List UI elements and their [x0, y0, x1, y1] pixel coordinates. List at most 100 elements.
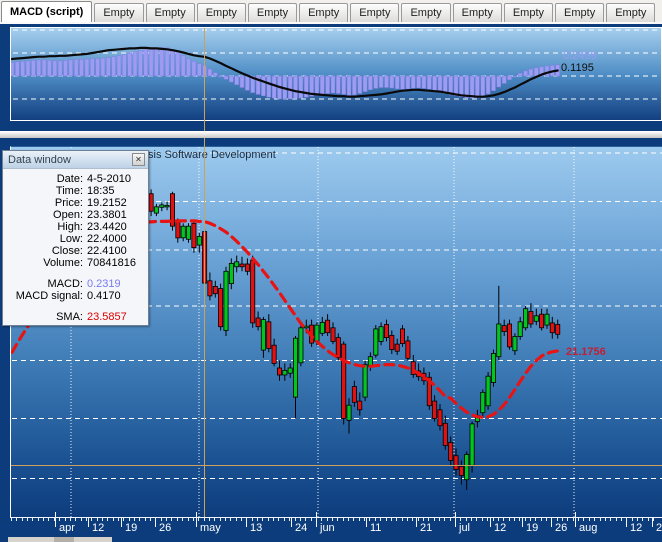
macd-histogram-bar: [395, 76, 399, 89]
macd-histogram-bar: [401, 76, 405, 89]
candle-down: [336, 338, 340, 358]
data-window-titlebar[interactable]: Data window ✕: [3, 151, 148, 169]
axis-minor-tick: [428, 518, 429, 521]
macd-histogram-bar: [106, 58, 110, 76]
scrollbar-thumb[interactable]: [54, 537, 74, 542]
macd-histogram-bar: [352, 76, 356, 95]
tab-empty-10[interactable]: Empty: [555, 3, 604, 22]
axis-label-11: 11: [370, 522, 381, 534]
macd-histogram-bar: [443, 76, 447, 94]
axis-divider: [455, 518, 456, 527]
candle-down: [556, 325, 560, 335]
tab-empty-7[interactable]: Empty: [401, 3, 450, 22]
axis-minor-tick: [567, 518, 568, 521]
axis-minor-tick: [273, 518, 274, 521]
axis-minor-tick: [530, 518, 531, 521]
macd-histogram-bar: [481, 76, 485, 96]
candle-up: [299, 328, 303, 363]
candle-down: [358, 401, 362, 410]
axis-minor-tick: [230, 518, 231, 521]
axis-minor-tick: [471, 518, 472, 521]
macd-histogram-bar: [347, 76, 351, 95]
close-icon[interactable]: ✕: [132, 153, 145, 166]
row-label: SMA:: [3, 311, 83, 323]
candle-down: [208, 281, 212, 296]
axis-label-19: 19: [526, 522, 538, 534]
axis-minor-tick: [525, 518, 526, 521]
tab-empty-3[interactable]: Empty: [197, 3, 246, 22]
axis-minor-tick: [642, 518, 643, 521]
axis-divider: [416, 518, 417, 527]
axis-divider: [316, 518, 317, 527]
macd-histogram-bar: [26, 61, 30, 76]
candle-up: [379, 327, 383, 342]
axis-minor-tick: [113, 518, 114, 521]
candle-down: [400, 329, 404, 344]
row-value: 70841816: [87, 257, 136, 269]
macd-histogram-bar: [101, 58, 105, 76]
tab-empty-11[interactable]: Empty: [606, 3, 655, 22]
axis-minor-tick: [134, 518, 135, 521]
macd-histogram-bar: [267, 76, 271, 97]
axis-minor-tick: [182, 518, 183, 521]
axis-divider: [196, 518, 197, 527]
macd-histogram-bar: [529, 69, 533, 76]
macd-indicator-panel[interactable]: [10, 27, 662, 121]
axis-minor-tick: [300, 518, 301, 521]
axis-minor-tick: [337, 518, 338, 521]
axis-minor-tick: [546, 518, 547, 521]
data-window[interactable]: Data window ✕ Date:4-5-2010Time:18:35Pri…: [2, 150, 149, 326]
tab-empty-5[interactable]: Empty: [299, 3, 348, 22]
horizontal-scrollbar[interactable]: [8, 537, 112, 542]
tab-empty-1[interactable]: Empty: [94, 3, 143, 22]
data-window-row: Open:23.3801: [3, 209, 148, 221]
axis-minor-tick: [493, 518, 494, 521]
axis-minor-tick: [284, 518, 285, 521]
tab-empty-9[interactable]: Empty: [504, 3, 553, 22]
axis-minor-tick: [188, 518, 189, 521]
tab-empty-2[interactable]: Empty: [146, 3, 195, 22]
candle-down: [550, 323, 554, 333]
macd-histogram-bar: [31, 60, 35, 76]
axis-minor-tick: [396, 518, 397, 521]
row-label: MACD:: [3, 278, 83, 290]
tab-macd-script[interactable]: MACD (script): [1, 1, 92, 22]
axis-minor-tick: [97, 518, 98, 521]
axis-minor-tick: [139, 518, 140, 521]
candle-down: [277, 368, 281, 375]
data-window-row: SMA:23.5857: [3, 311, 148, 323]
tab-empty-6[interactable]: Empty: [350, 3, 399, 22]
macd-histogram-bar: [272, 76, 276, 98]
candle-up: [534, 316, 538, 322]
row-value: 0.2319: [87, 278, 121, 290]
panel-splitter[interactable]: [0, 131, 662, 138]
axis-minor-tick: [204, 518, 205, 521]
candle-up: [497, 324, 501, 357]
axis-minor-tick: [386, 518, 387, 521]
axis-month-uptick: [316, 512, 317, 517]
macd-histogram-bar: [486, 76, 490, 94]
axis-minor-tick: [402, 518, 403, 521]
candle-down: [507, 324, 511, 347]
macd-chart-canvas[interactable]: [11, 28, 661, 120]
macd-histogram-bar: [454, 76, 458, 96]
axis-divider: [246, 518, 247, 527]
candle-up: [293, 338, 297, 397]
macd-histogram-bar: [192, 61, 196, 76]
axis-minor-tick: [145, 518, 146, 521]
row-value: 4-5-2010: [87, 173, 131, 185]
axis-divider: [55, 518, 56, 527]
macd-last-value-label: 0.2459: [563, 50, 597, 62]
candle-up: [513, 337, 517, 351]
tab-empty-8[interactable]: Empty: [453, 3, 502, 22]
axis-minor-tick: [193, 518, 194, 521]
axis-label-jul: jul: [459, 522, 470, 534]
data-window-row: High:23.4420: [3, 221, 148, 233]
axis-minor-tick: [375, 518, 376, 521]
macd-histogram-bar: [197, 64, 201, 76]
candle-down: [176, 222, 180, 238]
tab-empty-4[interactable]: Empty: [248, 3, 297, 22]
row-label: High:: [3, 221, 83, 233]
candle-down: [352, 387, 356, 403]
macd-histogram-bar: [518, 73, 522, 76]
